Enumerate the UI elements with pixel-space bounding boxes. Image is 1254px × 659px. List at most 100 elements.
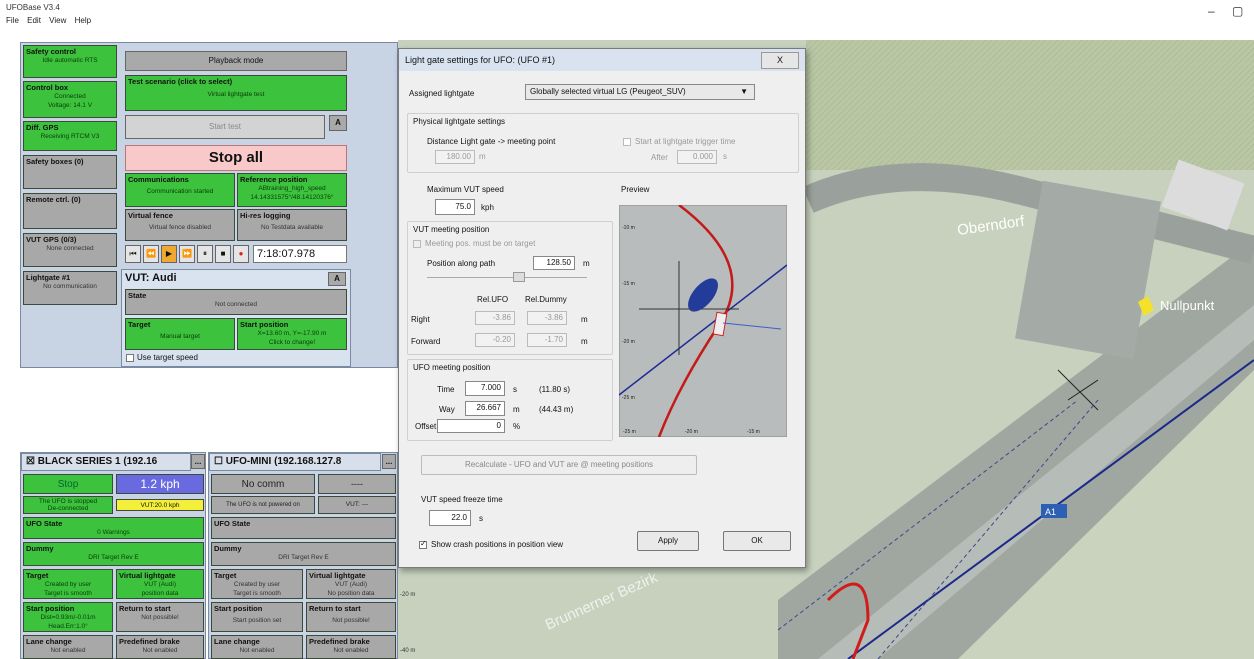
position-path-input[interactable]: 128.50 xyxy=(533,256,575,270)
maximize-button[interactable]: ▢ xyxy=(1232,4,1243,18)
right-unit: m xyxy=(581,315,588,324)
safety-control-tile[interactable]: Safety control Idle automatic RTS xyxy=(23,45,117,78)
black-stop-button[interactable]: Stop xyxy=(23,474,113,494)
forward-ufo-input[interactable]: -0.20 xyxy=(475,333,515,347)
remote-ctrl-tile[interactable]: Remote ctrl. (0) xyxy=(23,193,117,229)
position-path-slider[interactable] xyxy=(427,272,587,285)
slider-thumb[interactable] xyxy=(513,272,525,282)
step-back-icon[interactable]: ⏪ xyxy=(143,245,159,263)
title-bar: UFOBase V3.4 File Edit View Help – ▢ xyxy=(0,0,1254,28)
control-box-tile[interactable]: Control box Connected Voltage: 14.1 V xyxy=(23,81,117,118)
black-more-button[interactable]: ... xyxy=(191,454,205,469)
dialog-title-bar[interactable]: Light gate settings for UFO: (UFO #1) X xyxy=(399,49,805,71)
freeze-unit: s xyxy=(479,514,483,523)
skip-start-icon[interactable]: ⏮ xyxy=(125,245,141,263)
mini-target-tile[interactable]: Target Created by user Target is smooth xyxy=(211,569,303,599)
meeting-target-label: Meeting pos. must be on target xyxy=(425,239,536,248)
start-trigger-checkbox[interactable] xyxy=(623,138,631,146)
menu-bar: File Edit View Help xyxy=(6,16,97,25)
forward-dummy-input[interactable]: -1.70 xyxy=(527,333,567,347)
communications-tile[interactable]: Communications Communication started xyxy=(125,173,235,207)
stop-icon[interactable]: ■ xyxy=(215,245,231,263)
mini-nocomm-button[interactable]: No comm xyxy=(211,474,315,494)
black-ufo-state-tile[interactable]: UFO State 0 Warnings xyxy=(23,517,204,539)
vut-state-tile[interactable]: State Not connected xyxy=(125,289,347,315)
time-label: Time xyxy=(437,385,455,394)
right-dummy-input[interactable]: -3.86 xyxy=(527,311,567,325)
vut-meeting-label: VUT meeting position xyxy=(413,225,490,234)
black-target-tile[interactable]: Target Created by user Target is smooth xyxy=(23,569,113,599)
distance-input[interactable]: 180.00 xyxy=(435,150,475,164)
start-test-button[interactable]: Start test xyxy=(125,115,325,139)
close-icon[interactable]: X xyxy=(761,52,799,69)
mini-start-position-tile[interactable]: Start position Start position set xyxy=(211,602,303,632)
rel-dummy-header: Rel.Dummy xyxy=(525,295,567,304)
recalculate-button[interactable]: Recalculate - UFO and VUT are @ meeting … xyxy=(421,455,697,475)
reference-position-tile[interactable]: Reference position ABtraining_high_speed 1… xyxy=(237,173,347,207)
vut-start-position-tile[interactable]: Start position X=13.60 m, Y=-17.90 m Click… xyxy=(237,318,347,350)
ok-button[interactable]: OK xyxy=(723,531,791,551)
mini-return-to-start-tile[interactable]: Return to start Not possible! xyxy=(306,602,396,632)
minimize-button[interactable]: – xyxy=(1208,4,1215,18)
mini-lane-change-tile[interactable]: Lane change Not enabled xyxy=(211,635,303,659)
map-label-a1: A1 xyxy=(1045,507,1056,517)
assigned-lightgate-select[interactable]: Globally selected virtual LG (Peugeot_SU… xyxy=(525,84,755,100)
preview-tick-y1: -10 m xyxy=(622,225,635,231)
max-speed-input[interactable]: 75.0 xyxy=(435,199,475,215)
vut-panel: VUT: Audi A State Not connected Target Man… xyxy=(121,269,351,367)
black-return-to-start-tile[interactable]: Return to start Not possible! xyxy=(116,602,204,632)
black-lane-change-tile[interactable]: Lane change Not enabled xyxy=(23,635,113,659)
time-input[interactable]: 7.000 xyxy=(465,381,505,396)
time-display[interactable]: 7:18:07.978 xyxy=(253,245,347,263)
menu-help[interactable]: Help xyxy=(75,16,91,25)
lightgate-tile[interactable]: Lightgate #1 No communication xyxy=(23,271,117,305)
way-label: Way xyxy=(439,405,455,414)
after-input[interactable]: 0.000 xyxy=(677,150,717,164)
menu-file[interactable]: File xyxy=(6,16,19,25)
menu-edit[interactable]: Edit xyxy=(27,16,41,25)
safety-boxes-tile[interactable]: Safety boxes (0) xyxy=(23,155,117,189)
vut-target-tile[interactable]: Target Manual target xyxy=(125,318,235,350)
pause-icon[interactable]: ⏸ xyxy=(197,245,213,263)
ufo-meeting-label: UFO meeting position xyxy=(413,363,491,372)
use-target-speed-checkbox[interactable] xyxy=(126,354,134,362)
right-ufo-input[interactable]: -3.86 xyxy=(475,311,515,325)
preview-plot: -10 m -15 m -20 m -25 m -25 m -20 m -15 … xyxy=(619,205,787,437)
playback-mode-button[interactable]: Playback mode xyxy=(125,51,347,71)
test-a-button[interactable]: A xyxy=(329,115,347,131)
diff-gps-tile[interactable]: Diff. GPS Receiving RTCM V3 xyxy=(23,121,117,151)
right-label: Right xyxy=(411,315,430,324)
vut-gps-tile[interactable]: VUT GPS (0/3) None connected xyxy=(23,233,117,267)
mini-more-button[interactable]: ... xyxy=(382,454,396,469)
stop-all-button[interactable]: Stop all xyxy=(125,145,347,171)
preview-tick-x2: -20 m xyxy=(685,429,698,435)
mini-dummy-tile[interactable]: Dummy DRI Target Rev E xyxy=(211,542,396,566)
black-predefined-brake-tile[interactable]: Predefined brake Not enabled xyxy=(116,635,204,659)
record-icon[interactable]: ● xyxy=(233,245,249,263)
freeze-input[interactable]: 22.0 xyxy=(429,510,471,526)
black-virtual-lightgate-tile[interactable]: Virtual lightgate VUT (Audi) position data xyxy=(116,569,204,599)
way-input[interactable]: 26.667 xyxy=(465,401,505,416)
menu-view[interactable]: View xyxy=(49,16,66,25)
black-dummy-tile[interactable]: Dummy DRI Target Rev E xyxy=(23,542,204,566)
offset-input[interactable]: 0 xyxy=(437,419,505,433)
mini-virtual-lightgate-tile[interactable]: Virtual lightgate VUT (Audi) No position d… xyxy=(306,569,396,599)
ufo-mini-header[interactable]: ☐ UFO-MINI (192.168.127.8 xyxy=(209,453,381,471)
hires-logging-tile[interactable]: Hi-res logging No Testdata available xyxy=(237,209,347,241)
chevron-down-icon: ▼ xyxy=(740,87,748,96)
play-icon[interactable]: ▶ xyxy=(161,245,177,263)
apply-button[interactable]: Apply xyxy=(637,531,699,551)
preview-tick-x1: -25 m xyxy=(623,429,636,435)
way-extra: (44.43 m) xyxy=(539,405,574,414)
test-scenario-tile[interactable]: Test scenario (click to select) Virtual l… xyxy=(125,75,347,111)
meeting-target-checkbox[interactable] xyxy=(413,240,421,248)
virtual-fence-tile[interactable]: Virtual fence Virtual fence disabled xyxy=(125,209,235,241)
black-start-position-tile[interactable]: Start position Dist=0.93m/-0.01m Head.Err:… xyxy=(23,602,113,632)
mini-predefined-brake-tile[interactable]: Predefined brake Not enabled xyxy=(306,635,396,659)
step-forward-icon[interactable]: ⏩ xyxy=(179,245,195,263)
time-unit: s xyxy=(513,385,517,394)
black-series-header[interactable]: ☒ BLACK SERIES 1 (192.16 xyxy=(21,453,191,471)
mini-ufo-state-tile[interactable]: UFO State xyxy=(211,517,396,539)
vut-a-button[interactable]: A xyxy=(328,272,346,286)
show-crash-checkbox[interactable]: ✓ xyxy=(419,539,427,549)
